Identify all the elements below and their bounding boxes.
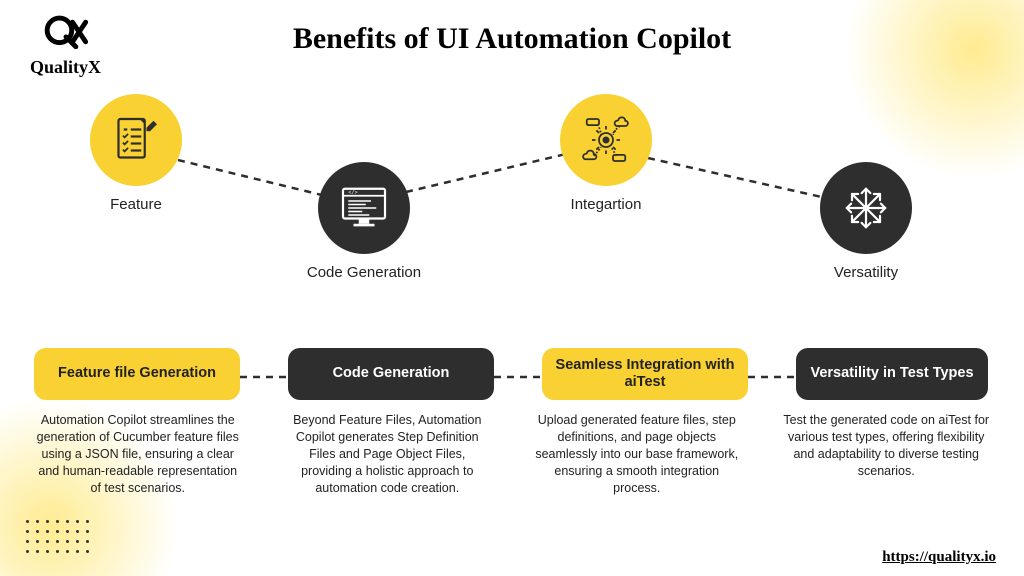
desc-code-generation: Beyond Feature Files, Automation Copilot… bbox=[278, 412, 498, 496]
desc-versatility: Test the generated code on aiTest for va… bbox=[777, 412, 997, 496]
benefits-icons-row: Feature </> Code Generation bbox=[0, 80, 1024, 340]
pill-code-generation: Code Generation bbox=[288, 348, 494, 400]
pill-label: Versatility in Test Types bbox=[810, 365, 973, 382]
pill-label: Code Generation bbox=[333, 365, 450, 382]
benefit-descriptions: Automation Copilot streamlines the gener… bbox=[28, 412, 996, 496]
node-versatility-label: Versatility bbox=[806, 264, 926, 281]
pill-label: Seamless Integration with aiTest bbox=[552, 357, 738, 391]
integration-gear-icon bbox=[578, 112, 634, 168]
benefit-pills-row: Feature file Generation Code Generation … bbox=[28, 348, 996, 406]
code-monitor-icon: </> bbox=[336, 180, 392, 236]
page-title: Benefits of UI Automation Copilot bbox=[0, 22, 1024, 56]
node-versatility bbox=[820, 162, 912, 254]
desc-integration: Upload generated feature files, step def… bbox=[527, 412, 747, 496]
pill-versatility-test-types: Versatility in Test Types bbox=[796, 348, 988, 400]
node-integration bbox=[560, 94, 652, 186]
node-code-generation-label: Code Generation bbox=[304, 264, 424, 281]
node-feature bbox=[90, 94, 182, 186]
decorative-dots bbox=[26, 520, 96, 560]
footer-url-link[interactable]: https://qualityx.io bbox=[882, 549, 996, 566]
checklist-document-icon bbox=[108, 112, 164, 168]
arrows-out-icon bbox=[838, 180, 894, 236]
svg-text:</>: </> bbox=[348, 190, 357, 196]
pill-label: Feature file Generation bbox=[58, 365, 216, 382]
brand-name: QualityX bbox=[30, 57, 101, 78]
node-integration-label: Integartion bbox=[546, 196, 666, 213]
node-feature-label: Feature bbox=[76, 196, 196, 213]
node-code-generation: </> bbox=[318, 162, 410, 254]
desc-feature-file: Automation Copilot streamlines the gener… bbox=[28, 412, 248, 496]
pill-seamless-integration: Seamless Integration with aiTest bbox=[542, 348, 748, 400]
pill-feature-file-generation: Feature file Generation bbox=[34, 348, 240, 400]
